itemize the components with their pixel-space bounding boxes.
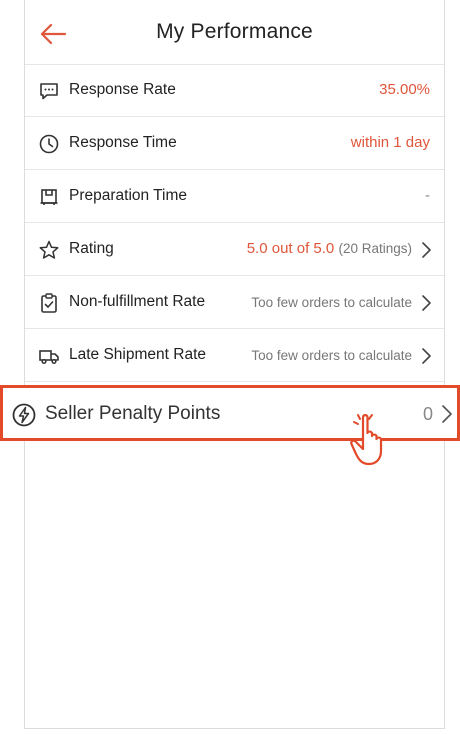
truck-icon [39,350,59,365]
row-label: Response Time [69,134,177,151]
clipboard-check-icon [41,293,57,313]
row-label: Response Rate [69,81,176,98]
chevron-right-icon [422,295,431,311]
row-non-fulfillment-rate[interactable]: Non-fulfillment Rate Too few orders to c… [25,276,444,329]
clock-icon [39,134,59,154]
lightning-icon [12,403,36,427]
row-label: Non-fulfillment Rate [69,293,206,310]
chevron-right-icon [442,405,452,423]
star-icon [39,240,59,259]
phone-frame: My Performance Response Rate 35.00% Resp… [24,0,445,729]
box-icon [40,189,58,205]
row-rating[interactable]: Rating 5.0 out of 5.0 (20 Ratings) [25,223,444,276]
row-label: Preparation Time [69,187,188,204]
page-title: My Performance [156,20,313,43]
chevron-right-icon [422,348,431,364]
row-value: Too few orders to calculate [251,295,412,310]
row-label: Rating [69,240,114,257]
row-response-rate: Response Rate 35.00% [25,64,444,117]
row-preparation-time: Preparation Time - [25,170,444,223]
chat-icon [40,83,58,100]
rating-score: 5.0 out of 5.0 [246,240,335,257]
app-header: My Performance [25,0,444,65]
row-late-shipment-rate[interactable]: Late Shipment Rate Too few orders to cal… [25,329,444,382]
rating-count: (20 Ratings) [338,241,412,256]
row-response-time: Response Time within 1 day [25,117,444,170]
row-value: within 1 day [350,134,430,151]
row-label: Late Shipment Rate [69,346,207,363]
row-value: 35.00% [379,81,430,98]
hand-pointer-icon [350,414,383,466]
row-value: - [425,187,430,204]
penalty-points-value: 0 [422,404,433,424]
row-value: Too few orders to calculate [251,348,412,363]
chevron-right-icon [422,242,431,258]
row-label: Seller Penalty Points [45,403,221,424]
row-value: 5.0 out of 5.0 (20 Ratings) [247,240,412,257]
